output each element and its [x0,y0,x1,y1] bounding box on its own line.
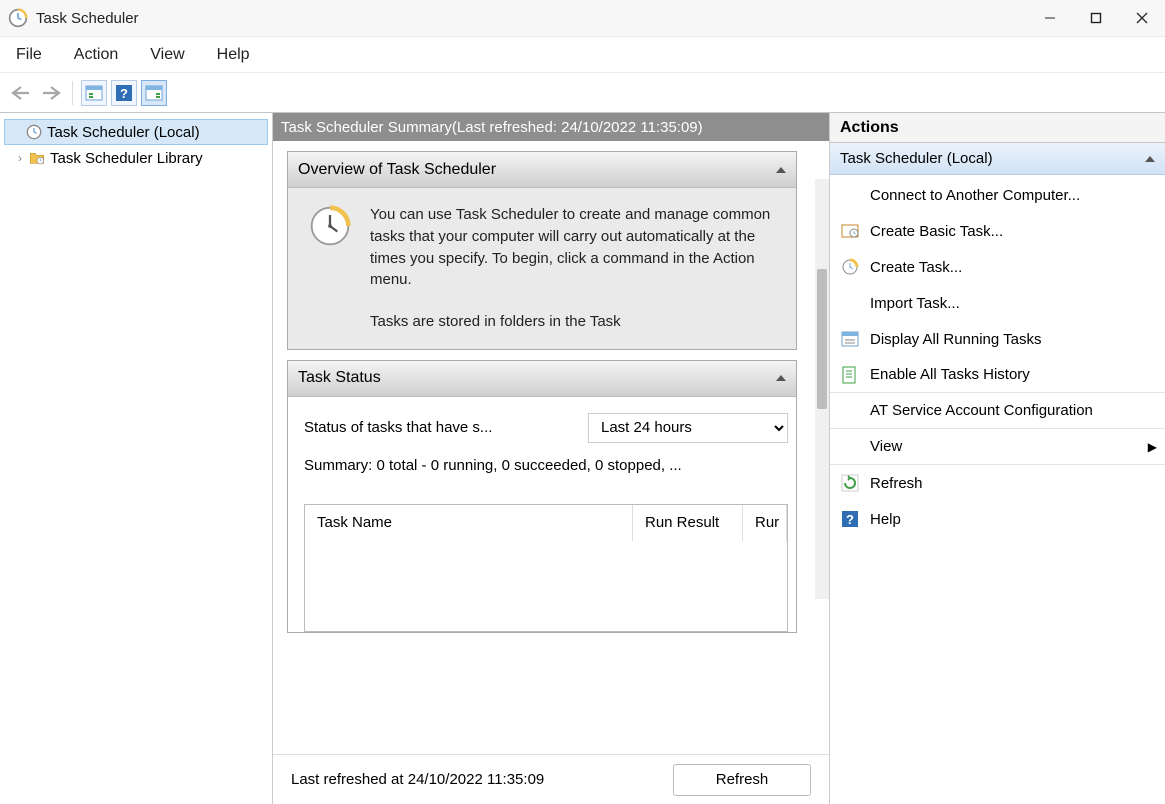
refresh-icon [840,473,860,493]
task-status-label: Status of tasks that have s... [304,419,578,436]
blank-icon [840,293,860,313]
svg-text:?: ? [846,512,854,527]
overview-body-text: You can use Task Scheduler to create and… [370,204,776,291]
folder-clock-icon [28,149,46,167]
summary-timestamp: (Last refreshed: 24/10/2022 11:35:09) [452,119,703,136]
action-label: Help [870,511,901,528]
overview-section-header[interactable]: Overview of Task Scheduler [288,152,796,188]
overview-section: Overview of Task Scheduler You can use T… [287,151,797,350]
actions-pane-header: Actions [830,113,1165,143]
action-label: Enable All Tasks History [870,366,1030,383]
minimize-button[interactable] [1027,0,1073,36]
collapse-icon [776,375,786,381]
toolbar: ? [0,73,1165,113]
nav-forward-button[interactable] [38,80,64,106]
menu-view[interactable]: View [144,42,190,68]
overview-more-text: Tasks are stored in folders in the Task [370,311,776,333]
menu-action[interactable]: Action [68,42,124,68]
refresh-button[interactable]: Refresh [673,764,811,796]
window-title: Task Scheduler [36,10,1157,27]
action-create-basic-task[interactable]: Create Basic Task... [830,213,1165,249]
task-status-table: Task Name Run Result Rur [304,504,788,632]
task-status-table-body [305,541,787,631]
action-at-service-account[interactable]: AT Service Account Configuration [830,393,1165,429]
create-basic-task-icon [840,221,860,241]
submenu-arrow-icon: ▶ [1148,440,1157,454]
action-enable-tasks-history[interactable]: Enable All Tasks History [830,357,1165,393]
help-icon: ? [840,509,860,529]
task-status-section: Task Status Status of tasks that have s.… [287,360,797,633]
task-status-header[interactable]: Task Status [288,361,796,397]
action-label: Connect to Another Computer... [870,187,1080,204]
tree-node-label: Task Scheduler Library [50,150,203,167]
scrollbar[interactable] [815,179,829,599]
task-status-title: Task Status [298,369,381,387]
close-button[interactable] [1119,0,1165,36]
blank-icon [840,401,860,421]
blank-icon [840,185,860,205]
action-label: AT Service Account Configuration [870,402,1093,419]
tree-node-label: Task Scheduler (Local) [47,124,200,141]
console-tree-pane: Task Scheduler (Local) › Task Scheduler … [0,113,273,804]
collapse-icon [1145,156,1155,162]
action-view-submenu[interactable]: View ▶ [830,429,1165,465]
summary-header-bar: Task Scheduler Summary (Last refreshed: … [273,113,829,141]
clock-illustration-icon [308,204,352,248]
collapse-icon [776,167,786,173]
toolbar-console-tree-button[interactable] [81,80,107,106]
blank-icon [840,437,860,457]
scrollbar-thumb[interactable] [817,269,827,409]
tree-node-local[interactable]: Task Scheduler (Local) [4,119,268,145]
action-connect-another-computer[interactable]: Connect to Another Computer... [830,177,1165,213]
action-label: Create Basic Task... [870,223,1003,240]
column-task-name[interactable]: Task Name [305,505,633,541]
toolbar-action-pane-button[interactable] [141,80,167,106]
menubar: File Action View Help [0,37,1165,73]
toolbar-separator [72,81,73,105]
menu-help[interactable]: Help [211,42,256,68]
action-label: Refresh [870,475,923,492]
titlebar: Task Scheduler [0,0,1165,37]
svg-text:?: ? [120,86,128,101]
actions-group-header[interactable]: Task Scheduler (Local) [830,143,1165,175]
summary-label: Task Scheduler Summary [281,119,452,136]
overview-title: Overview of Task Scheduler [298,161,496,179]
action-display-running-tasks[interactable]: Display All Running Tasks [830,321,1165,357]
center-pane: Task Scheduler Summary (Last refreshed: … [273,113,830,804]
running-tasks-icon [840,329,860,349]
history-icon [840,365,860,385]
column-run-truncated[interactable]: Rur [743,505,787,541]
task-status-period-select[interactable]: Last 24 hours [588,413,788,443]
expander-icon[interactable]: › [12,151,28,165]
action-import-task[interactable]: Import Task... [830,285,1165,321]
nav-back-button[interactable] [8,80,34,106]
actions-group-title: Task Scheduler (Local) [840,150,993,167]
action-label: View [870,438,902,455]
action-refresh[interactable]: Refresh [830,465,1165,501]
column-run-result[interactable]: Run Result [633,505,743,541]
maximize-button[interactable] [1073,0,1119,36]
last-refreshed-label: Last refreshed at 24/10/2022 11:35:09 [291,771,544,788]
task-scheduler-icon [25,123,43,141]
action-label: Import Task... [870,295,960,312]
action-create-task[interactable]: Create Task... [830,249,1165,285]
action-label: Create Task... [870,259,962,276]
task-scheduler-app-icon [8,8,28,28]
actions-pane: Actions Task Scheduler (Local) Connect t… [830,113,1165,804]
toolbar-help-button[interactable]: ? [111,80,137,106]
menu-file[interactable]: File [10,42,48,68]
tree-node-library[interactable]: › Task Scheduler Library [4,145,268,171]
action-help[interactable]: ? Help [830,501,1165,537]
action-label: Display All Running Tasks [870,331,1041,348]
create-task-icon [840,257,860,277]
center-footer: Last refreshed at 24/10/2022 11:35:09 Re… [273,754,829,804]
task-status-summary: Summary: 0 total - 0 running, 0 succeede… [304,457,788,474]
